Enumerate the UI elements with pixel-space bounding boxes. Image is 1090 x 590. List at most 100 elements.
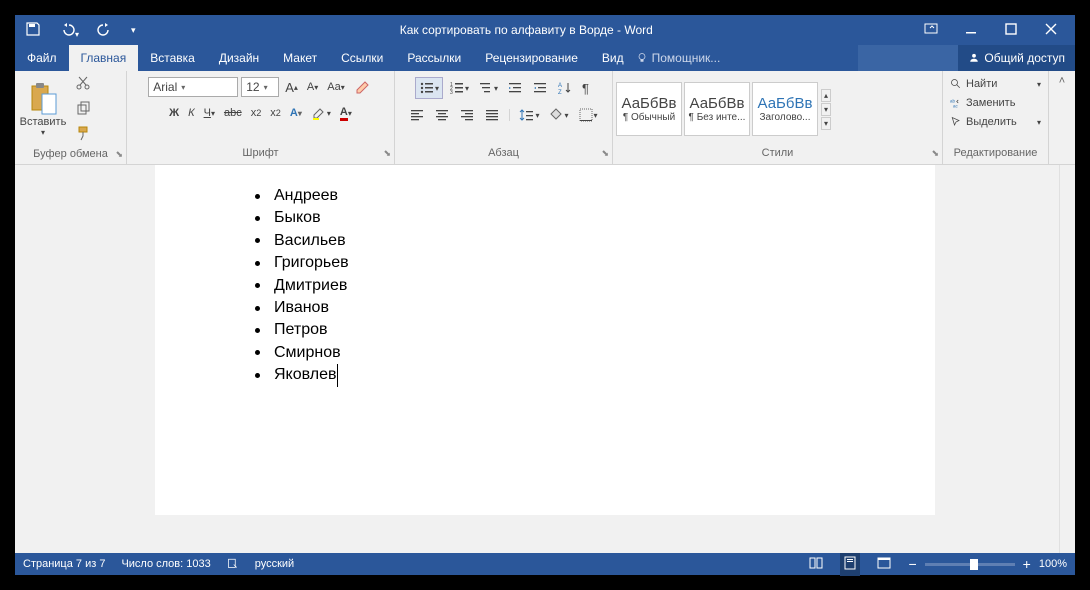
find-button[interactable]: Найти▾ xyxy=(947,75,1044,93)
replace-button[interactable]: abacЗаменить xyxy=(947,94,1044,112)
zoom-level[interactable]: 100% xyxy=(1039,558,1067,570)
justify-icon[interactable] xyxy=(481,105,503,125)
show-hide-icon[interactable]: ¶ xyxy=(579,79,592,98)
chevron-up-icon: ▴ xyxy=(821,89,831,102)
list-item-text: Смирнов xyxy=(274,342,341,364)
paste-button[interactable]: Вставить ▾ xyxy=(15,80,71,139)
chevron-down-icon: ▾ xyxy=(1037,80,1041,89)
borders-icon[interactable]: ▾ xyxy=(575,105,601,125)
tell-me[interactable]: Помощник... xyxy=(636,45,859,71)
minimize-icon[interactable] xyxy=(963,21,979,40)
bullets-icon[interactable]: ▾ xyxy=(415,77,443,99)
font-name-combo[interactable]: Arial▾ xyxy=(148,77,238,97)
list-item[interactable]: Смирнов xyxy=(255,342,895,364)
strikethrough-icon[interactable]: abc xyxy=(221,105,245,121)
launcher-icon[interactable]: ⬊ xyxy=(115,149,123,160)
increase-indent-icon[interactable] xyxy=(529,78,551,98)
list-item[interactable]: Андреев xyxy=(255,185,895,207)
select-button[interactable]: Выделить▾ xyxy=(947,113,1044,131)
italic-icon[interactable]: К xyxy=(185,105,197,121)
launcher-icon[interactable]: ⬊ xyxy=(931,148,939,159)
font-color-icon[interactable]: A▾ xyxy=(337,104,355,123)
undo-icon[interactable]: ▾ xyxy=(59,21,79,40)
print-layout-icon[interactable] xyxy=(840,553,860,576)
save-icon[interactable] xyxy=(25,21,41,40)
zoom-out-icon[interactable]: − xyxy=(908,556,916,572)
document-page[interactable]: АндреевБыковВасильевГригорьевДмитриевИва… xyxy=(155,165,935,515)
tab-design[interactable]: Дизайн xyxy=(207,45,271,71)
zoom-controls: − + 100% xyxy=(908,556,1067,572)
tab-layout[interactable]: Макет xyxy=(271,45,329,71)
redo-icon[interactable] xyxy=(97,21,113,40)
bullet-icon xyxy=(255,306,260,311)
svg-text:ac: ac xyxy=(953,104,959,109)
account-area[interactable] xyxy=(858,45,958,71)
underline-icon[interactable]: Ч▾ xyxy=(201,105,218,121)
numbering-icon[interactable]: 123▾ xyxy=(446,78,472,98)
proofing-icon[interactable] xyxy=(227,557,239,572)
bullet-icon xyxy=(255,194,260,199)
list-item[interactable]: Яковлев xyxy=(255,364,895,386)
shading-icon[interactable]: ▾ xyxy=(545,105,571,125)
styles-gallery-scroll[interactable]: ▴ ▾ ▾ xyxy=(819,89,833,130)
bold-icon[interactable]: Ж xyxy=(166,105,182,121)
share-button[interactable]: Общий доступ xyxy=(958,45,1075,71)
maximize-icon[interactable] xyxy=(1003,21,1019,40)
tab-view[interactable]: Вид xyxy=(590,45,636,71)
list-item[interactable]: Быков xyxy=(255,207,895,229)
line-spacing-icon[interactable]: ▾ xyxy=(516,105,542,125)
status-page[interactable]: Страница 7 из 7 xyxy=(23,558,105,570)
align-right-icon[interactable] xyxy=(456,105,478,125)
zoom-in-icon[interactable]: + xyxy=(1023,556,1031,572)
close-icon[interactable] xyxy=(1043,21,1059,40)
tab-home[interactable]: Главная xyxy=(69,45,139,71)
font-name-value: Arial xyxy=(153,80,177,94)
list-item[interactable]: Григорьев xyxy=(255,252,895,274)
collapse-ribbon-icon[interactable]: ˄ xyxy=(1049,71,1075,164)
tab-insert[interactable]: Вставка xyxy=(138,45,207,71)
grow-font-icon[interactable]: A▴ xyxy=(282,78,301,97)
list-item[interactable]: Васильев xyxy=(255,230,895,252)
tab-review[interactable]: Рецензирование xyxy=(473,45,590,71)
multilevel-list-icon[interactable]: ▾ xyxy=(475,78,501,98)
tab-references[interactable]: Ссылки xyxy=(329,45,395,71)
list-item[interactable]: Иванов xyxy=(255,297,895,319)
qat-customize-icon[interactable]: ▾ xyxy=(131,25,136,36)
paste-icon xyxy=(28,82,58,116)
style-no-spacing[interactable]: АаБбВв¶ Без инте... xyxy=(684,82,750,136)
subscript-icon[interactable]: x2 xyxy=(248,105,265,121)
sort-icon[interactable]: AZ xyxy=(554,78,576,98)
chevron-down-icon: ▾ xyxy=(260,83,268,92)
list-item[interactable]: Петров xyxy=(255,319,895,341)
launcher-icon[interactable]: ⬊ xyxy=(383,148,391,159)
web-layout-icon[interactable] xyxy=(876,555,892,574)
clear-formatting-icon[interactable] xyxy=(351,77,373,97)
status-language[interactable]: русский xyxy=(255,558,294,570)
highlight-icon[interactable]: ▾ xyxy=(308,103,334,123)
list-item[interactable]: Дмитриев xyxy=(255,275,895,297)
shrink-font-icon[interactable]: A▾ xyxy=(304,79,321,95)
style-normal[interactable]: АаБбВв¶ Обычный xyxy=(616,82,682,136)
decrease-indent-icon[interactable] xyxy=(504,78,526,98)
format-painter-icon[interactable] xyxy=(75,125,91,144)
tab-mailings[interactable]: Рассылки xyxy=(395,45,473,71)
text-effects-icon[interactable]: A▾ xyxy=(287,105,305,121)
superscript-icon[interactable]: x2 xyxy=(267,105,284,121)
chevron-down-icon: ▾ xyxy=(177,83,185,92)
cut-icon[interactable] xyxy=(75,75,91,94)
style-heading1[interactable]: АаБбВвЗаголово... xyxy=(752,82,818,136)
ribbon-display-options-icon[interactable] xyxy=(923,21,939,40)
change-case-icon[interactable]: Aa▾ xyxy=(324,79,347,95)
zoom-slider[interactable] xyxy=(925,563,1015,566)
vertical-scrollbar[interactable] xyxy=(1059,165,1075,553)
align-center-icon[interactable] xyxy=(431,105,453,125)
align-left-icon[interactable] xyxy=(406,105,428,125)
more-icon: ▾ xyxy=(821,117,831,130)
status-word-count[interactable]: Число слов: 1033 xyxy=(121,558,210,570)
share-label: Общий доступ xyxy=(984,51,1065,65)
tab-file[interactable]: Файл xyxy=(15,45,69,71)
font-size-combo[interactable]: 12▾ xyxy=(241,77,279,97)
launcher-icon[interactable]: ⬊ xyxy=(601,148,609,159)
copy-icon[interactable] xyxy=(75,100,91,119)
read-mode-icon[interactable] xyxy=(808,555,824,574)
